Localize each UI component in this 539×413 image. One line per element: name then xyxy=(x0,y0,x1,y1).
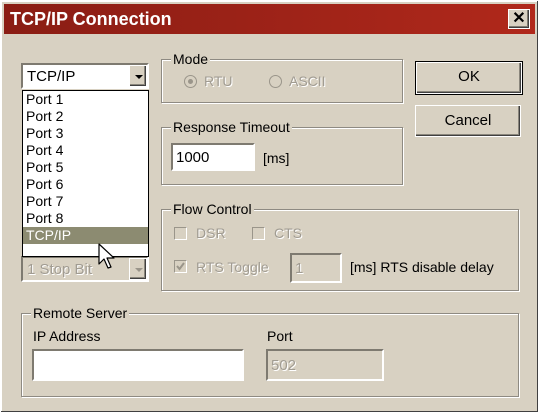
response-timeout-value: 1000 xyxy=(176,149,210,166)
rts-delay-input[interactable]: 1 xyxy=(290,253,342,283)
list-item[interactable]: Port 4 xyxy=(23,142,148,159)
rts-toggle-label: RTS Toggle xyxy=(196,259,269,275)
close-button[interactable]: ✕ xyxy=(508,9,530,29)
chevron-down-icon xyxy=(135,268,143,272)
response-timeout-input[interactable]: 1000 xyxy=(171,143,255,171)
cts-checkbox[interactable] xyxy=(252,227,265,240)
ip-address-label: IP Address xyxy=(33,328,101,344)
list-item[interactable]: Port 5 xyxy=(23,159,148,176)
response-timeout-unit: [ms] xyxy=(263,150,290,166)
stop-bit-dropdown-button[interactable] xyxy=(129,258,147,280)
rts-toggle-checkbox[interactable] xyxy=(174,260,187,273)
window-title: TCP/IP Connection xyxy=(10,9,172,29)
chevron-down-icon xyxy=(135,75,143,79)
ok-button[interactable]: OK xyxy=(415,61,523,95)
title-bar[interactable]: TCP/IP Connection ✕ xyxy=(4,4,535,34)
close-icon: ✕ xyxy=(512,10,526,27)
port-dropdown-button[interactable] xyxy=(129,65,147,87)
flow-control-label: Flow Control xyxy=(171,201,254,217)
list-item[interactable]: Port 6 xyxy=(23,176,148,193)
arrow-cursor-icon xyxy=(98,243,115,269)
rts-delay-suffix: [ms] RTS disable delay xyxy=(350,259,494,275)
list-item[interactable]: Port 8 xyxy=(23,210,148,227)
port-label: Port xyxy=(267,328,293,344)
cancel-label: Cancel xyxy=(444,112,492,129)
port-select[interactable]: TCP/IP xyxy=(21,63,149,89)
ascii-radio[interactable] xyxy=(269,75,282,88)
radio-dot-icon xyxy=(188,79,193,84)
port-dropdown-list[interactable]: Port 1 Port 2 Port 3 Port 4 Port 5 Port … xyxy=(22,90,149,257)
remote-server-label: Remote Server xyxy=(31,305,130,321)
ok-label: OK xyxy=(458,68,480,85)
dsr-checkbox[interactable] xyxy=(174,227,187,240)
rtu-radio[interactable] xyxy=(184,75,197,88)
ascii-label: ASCII xyxy=(289,73,326,89)
list-item[interactable]: Port 1 xyxy=(23,91,148,108)
cts-label: CTS xyxy=(274,225,302,241)
dialog-window: TCP/IP Connection ✕ TCP/IP 1 Stop Bit Po… xyxy=(0,0,539,413)
port-select-value: TCP/IP xyxy=(27,68,76,85)
port-input[interactable]: 502 xyxy=(266,349,384,381)
port-value: 502 xyxy=(271,357,297,374)
stop-bit-value: 1 Stop Bit xyxy=(27,261,93,278)
list-item[interactable]: Port 2 xyxy=(23,108,148,125)
list-item[interactable]: Port 3 xyxy=(23,125,148,142)
ip-address-input[interactable] xyxy=(32,349,244,381)
list-item[interactable]: Port 7 xyxy=(23,193,148,210)
cancel-button[interactable]: Cancel xyxy=(415,105,521,137)
stop-bit-select[interactable]: 1 Stop Bit xyxy=(21,256,149,282)
list-item-selected[interactable]: TCP/IP xyxy=(23,227,148,244)
response-timeout-label: Response Timeout xyxy=(171,119,292,135)
rtu-label: RTU xyxy=(204,73,233,89)
check-icon xyxy=(176,262,185,271)
rts-delay-value: 1 xyxy=(295,260,304,277)
dsr-label: DSR xyxy=(196,225,226,241)
mode-group-label: Mode xyxy=(171,51,211,67)
